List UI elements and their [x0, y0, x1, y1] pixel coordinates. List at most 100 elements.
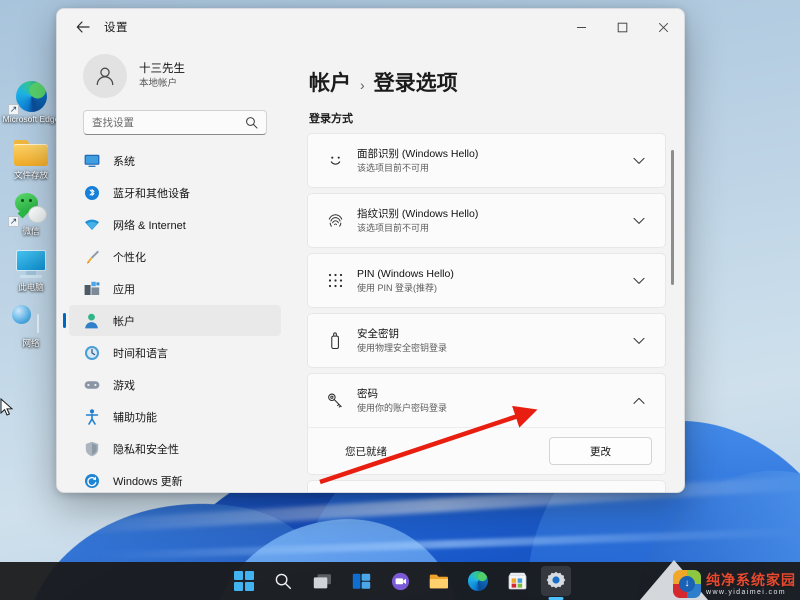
sidebar-item-apps[interactable]: 应用 [69, 273, 281, 304]
card-subtitle: 该选项目前不可用 [357, 222, 430, 233]
back-button[interactable] [68, 14, 98, 40]
chat-button[interactable] [385, 566, 415, 596]
desktop-icon-network[interactable]: 网络 [0, 302, 62, 348]
start-button[interactable] [229, 566, 259, 596]
desktop-icon-list: ↗ Microsoft Edge 文件存放 ↗ 微信 此电脑 网络 [0, 78, 62, 358]
sidebar-item-label: 时间和语言 [113, 347, 168, 360]
profile-account-type: 本地帐户 [139, 77, 178, 89]
sidebar-item-privacy-security[interactable]: 隐私和安全性 [69, 433, 281, 464]
personalization-brush-icon [83, 248, 100, 265]
network-wifi-icon [83, 216, 100, 233]
signin-card-security-key[interactable]: 安全密钥 使用物理安全密钥登录 [307, 313, 666, 368]
desktop-icon-edge[interactable]: ↗ Microsoft Edge [0, 78, 62, 124]
signin-card-face[interactable]: 面部识别 (Windows Hello) 该选项目前不可用 [307, 133, 666, 188]
sidebar-item-accessibility[interactable]: 辅助功能 [69, 401, 281, 432]
minimize-button[interactable] [561, 9, 602, 45]
back-arrow-icon [76, 21, 90, 33]
widgets-button[interactable] [346, 566, 376, 596]
download-arrow-icon: ↓ [679, 576, 695, 592]
sidebar-item-network[interactable]: 网络 & Internet [69, 209, 281, 240]
desktop-icon-label: 网络 [22, 338, 40, 348]
breadcrumb: 帐户 › 登录选项 [307, 45, 666, 97]
desktop-icon-folder[interactable]: 文件存放 [0, 134, 62, 180]
task-view-button[interactable] [307, 566, 337, 596]
card-title: 安全密钥 [357, 327, 399, 340]
search-box[interactable] [83, 110, 267, 136]
wechat-icon: ↗ [0, 190, 62, 227]
taskbar-items [229, 566, 571, 596]
edge-icon: ↗ [0, 78, 62, 115]
section-title: 登录方式 [309, 113, 353, 125]
user-profile[interactable]: 十三先生 本地帐户 [57, 45, 289, 100]
avatar [83, 53, 127, 98]
password-key-icon [322, 391, 348, 410]
sidebar-item-personalization[interactable]: 个性化 [69, 241, 281, 272]
search-input[interactable] [92, 116, 245, 129]
shortcut-arrow-icon: ↗ [8, 104, 19, 115]
sidebar-item-system[interactable]: 系统 [69, 145, 281, 176]
sidebar-item-windows-update[interactable]: Windows 更新 [69, 465, 281, 492]
main-content: 帐户 › 登录选项 登录方式 面部识别 (Windows Hello) 该选项目… [289, 45, 684, 492]
sidebar-item-label: 帐户 [113, 315, 135, 328]
sidebar-item-label: 系统 [113, 155, 135, 168]
file-explorer-button[interactable] [424, 566, 454, 596]
sidebar-item-time-language[interactable]: 时间和语言 [69, 337, 281, 368]
chevron-down-icon[interactable] [626, 157, 652, 165]
desktop: ↗ Microsoft Edge 文件存放 ↗ 微信 此电脑 网络 设置 十三先… [0, 0, 800, 600]
close-button[interactable] [643, 9, 684, 45]
desktop-icon-wechat[interactable]: ↗ 微信 [0, 190, 62, 236]
task-view-icon [313, 573, 331, 588]
sidebar-item-label: 辅助功能 [113, 411, 157, 424]
card-title: PIN (Windows Hello) [357, 267, 454, 280]
content-scrollbar[interactable] [671, 60, 674, 455]
folder-icon [0, 134, 62, 170]
taskbar: ↓ 纯净系统家园 www.yidaimei.com [0, 560, 800, 600]
signin-card-password[interactable]: 密码 使用你的账户密码登录 您已就绪 更改 [307, 373, 666, 475]
minimize-icon [577, 26, 586, 28]
signin-card-picture-password[interactable]: 图片密码 轻扫并点击你最喜爱的照片以解锁设备 [307, 480, 666, 492]
sidebar-item-bluetooth[interactable]: 蓝牙和其他设备 [69, 177, 281, 208]
bluetooth-icon [83, 184, 100, 201]
shortcut-arrow-icon: ↗ [8, 216, 19, 227]
desktop-icon-label: Microsoft Edge [2, 114, 60, 124]
sidebar-item-gaming[interactable]: 游戏 [69, 369, 281, 400]
pin-keypad-icon [322, 272, 348, 289]
settings-button[interactable] [541, 566, 571, 596]
signin-card-pin[interactable]: PIN (Windows Hello) 使用 PIN 登录(推荐) [307, 253, 666, 308]
maximize-button[interactable] [602, 9, 643, 45]
chevron-down-icon[interactable] [626, 217, 652, 225]
signin-card-fingerprint[interactable]: 指纹识别 (Windows Hello) 该选项目前不可用 [307, 193, 666, 248]
edge-icon [468, 571, 488, 591]
desktop-icon-label: 此电脑 [18, 282, 44, 292]
apps-icon [83, 280, 100, 297]
privacy-shield-icon [83, 440, 100, 457]
fingerprint-icon [322, 211, 348, 230]
card-title: 指纹识别 (Windows Hello) [357, 207, 479, 220]
page-title: 登录选项 [373, 72, 458, 95]
scrollbar-thumb[interactable] [671, 150, 674, 285]
search-button[interactable] [268, 566, 298, 596]
change-password-button[interactable]: 更改 [549, 437, 652, 465]
search-icon [275, 573, 292, 590]
chevron-down-icon[interactable] [626, 277, 652, 285]
chevron-down-icon[interactable] [626, 337, 652, 345]
desktop-icon-label: 文件存放 [13, 170, 48, 180]
time-language-clock-icon [83, 344, 100, 361]
sidebar-item-label: 应用 [113, 283, 135, 296]
sidebar-item-accounts[interactable]: 帐户 [63, 305, 281, 337]
card-subtitle: 该选项目前不可用 [357, 162, 430, 173]
watermark-url: www.yidaimei.com [706, 588, 786, 596]
this-pc-icon [0, 246, 62, 282]
windows-update-icon [83, 472, 100, 489]
desktop-icon-this-pc[interactable]: 此电脑 [0, 246, 62, 292]
card-subtitle: 使用你的账户密码登录 [357, 402, 448, 413]
watermark-logo-icon: ↓ [673, 570, 701, 598]
window-controls [561, 9, 684, 45]
widgets-icon [352, 573, 370, 589]
chevron-up-icon[interactable] [626, 397, 652, 405]
window-title: 设置 [104, 22, 128, 34]
edge-button[interactable] [463, 566, 493, 596]
store-button[interactable] [502, 566, 532, 596]
breadcrumb-parent[interactable]: 帐户 [309, 67, 351, 97]
sidebar: 十三先生 本地帐户 查找设置 系统 蓝牙和其他设备 网络 & Internet … [57, 45, 289, 492]
